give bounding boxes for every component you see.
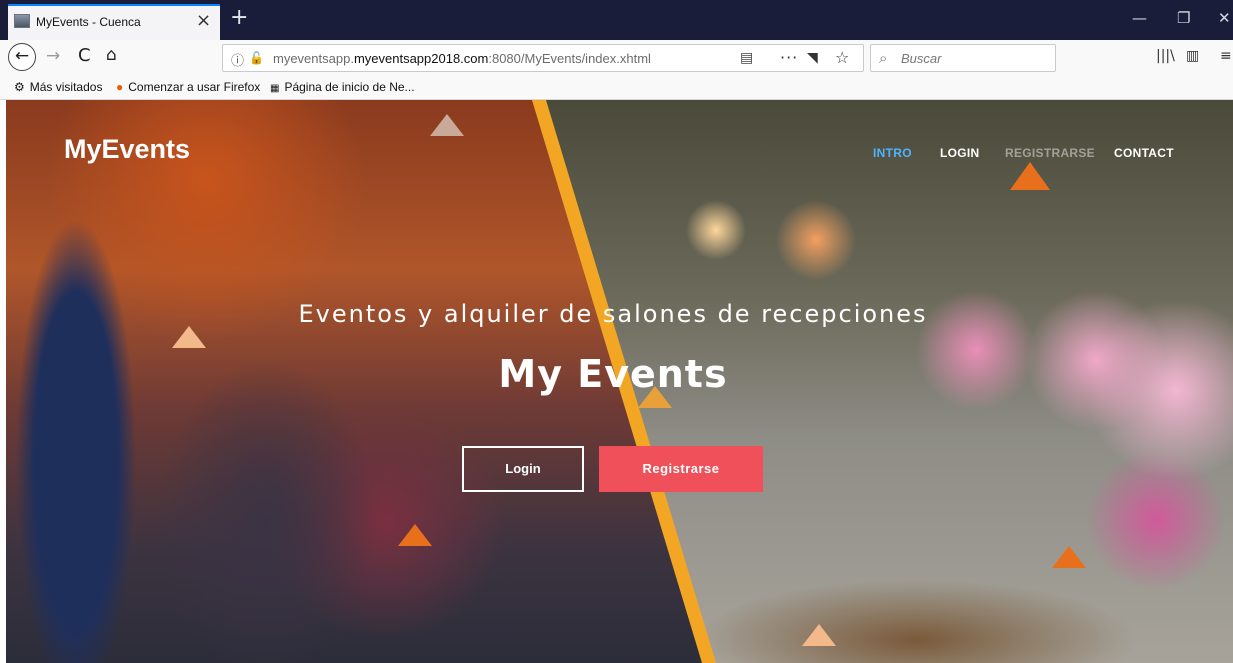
home-button[interactable]: ⌂	[106, 45, 117, 65]
firefox-icon: ●	[116, 80, 124, 94]
pocket-icon[interactable]: ◥	[807, 50, 818, 66]
url-bar[interactable]: ⓘ 🔓 myeventsapp.myeventsapp2018.com:8080…	[222, 44, 864, 72]
decor-triangle	[1052, 546, 1086, 568]
decor-triangle	[172, 326, 206, 348]
hero-title: My Events	[498, 352, 728, 396]
url-host: myeventsapp2018.com	[353, 51, 489, 66]
tab-close-icon[interactable]: ×	[196, 11, 211, 31]
search-icon: ⌕	[879, 49, 888, 67]
reload-button[interactable]: C	[78, 45, 91, 66]
menu-icon[interactable]: ≡	[1220, 48, 1232, 64]
url-prefix: myeventsapp.	[273, 51, 354, 66]
bookmarks-bar: ⚙ Más visitados ● Comenzar a usar Firefox …	[0, 76, 1233, 100]
decor-triangle	[430, 114, 464, 136]
new-tab-button[interactable]: +	[230, 4, 248, 32]
site-logo[interactable]: MyEvents	[64, 134, 190, 165]
bookmark-getting-started[interactable]: ● Comenzar a usar Firefox	[116, 80, 260, 94]
search-bar[interactable]: ⌕ Buscar	[870, 44, 1056, 72]
browser-tab[interactable]: MyEvents - Cuenca ×	[8, 4, 220, 40]
reader-view-icon[interactable]: ▤	[740, 50, 753, 66]
browser-toolbar: ← → C ⌂ ⓘ 🔓 myeventsapp.myeventsapp2018.…	[0, 40, 1233, 76]
url-text[interactable]: myeventsapp.myeventsapp2018.com:8080/MyE…	[273, 51, 651, 66]
url-path: :8080/MyEvents/index.xhtml	[488, 51, 651, 66]
nav-link-intro[interactable]: INTRO	[873, 146, 912, 160]
decor-triangle	[802, 624, 836, 646]
minimize-button[interactable]: —	[1132, 8, 1147, 28]
bookmark-label: Más visitados	[29, 80, 103, 94]
bookmark-star-icon[interactable]: ☆	[835, 48, 849, 67]
forward-button[interactable]: →	[46, 46, 60, 66]
sidebar-icon[interactable]: ▥	[1186, 48, 1199, 64]
gear-icon: ⚙	[14, 80, 25, 94]
insecure-lock-icon[interactable]: 🔓	[249, 51, 264, 65]
login-button[interactable]: Login	[462, 446, 584, 492]
hero-subtitle: Eventos y alquiler de salones de recepci…	[298, 300, 928, 328]
register-button[interactable]: Registrarse	[599, 446, 763, 492]
back-button[interactable]: ←	[8, 43, 36, 71]
tab-favicon-icon	[14, 14, 30, 28]
bookmark-label: Comenzar a usar Firefox	[128, 80, 261, 94]
info-icon[interactable]: ⓘ	[231, 50, 244, 69]
page-actions-icon[interactable]: ···	[780, 48, 798, 67]
restore-button[interactable]: ❐	[1177, 8, 1190, 28]
nav-link-registrarse[interactable]: REGISTRARSE	[1005, 146, 1095, 160]
search-placeholder: Buscar	[901, 51, 942, 66]
bookmark-most-visited[interactable]: ⚙ Más visitados	[14, 80, 102, 94]
bookmark-label: Página de inicio de Ne...	[284, 80, 415, 94]
hero-section: MyEvents INTRO LOGIN REGISTRARSE CONTACT…	[6, 100, 1233, 663]
decor-triangle	[1010, 162, 1050, 190]
close-window-button[interactable]: ✕	[1218, 8, 1231, 28]
bookmark-homepage[interactable]: ▦ Página de inicio de Ne...	[270, 80, 415, 94]
tab-title: MyEvents - Cuenca	[36, 15, 141, 29]
nav-link-login[interactable]: LOGIN	[940, 146, 980, 160]
decor-triangle	[398, 524, 432, 546]
grid-icon: ▦	[270, 83, 280, 94]
browser-titlebar: MyEvents - Cuenca × + — ❐ ✕	[0, 0, 1233, 40]
nav-link-contact[interactable]: CONTACT	[1114, 146, 1174, 160]
library-icon[interactable]: |||\	[1156, 48, 1175, 64]
